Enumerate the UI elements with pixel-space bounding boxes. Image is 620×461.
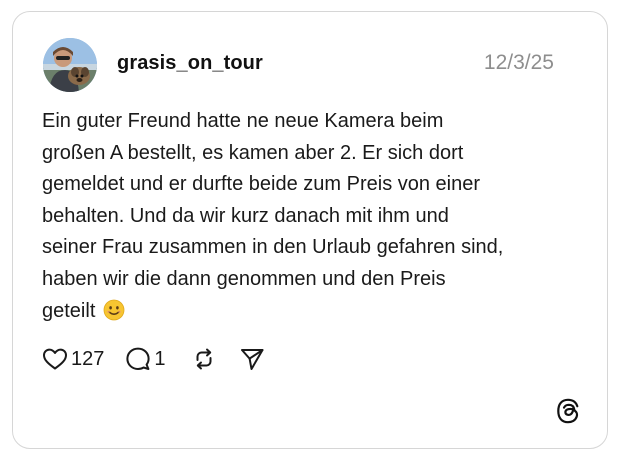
repost-icon [196, 348, 211, 370]
reply-button[interactable]: 1 [125, 346, 166, 372]
avatar-image [43, 38, 97, 92]
post-text-line: großen A bestellt, es kamen aber 2. Er s… [42, 141, 464, 164]
heart-icon [43, 348, 67, 370]
post-text-line: behalten. Und da wir kurz danach mit ihm… [42, 204, 449, 227]
username[interactable]: grasis_on_tour [117, 52, 263, 75]
post-text-line: haben wir die dann genommen und den Prei… [42, 267, 446, 290]
post-text-last-line: geteilt [42, 296, 582, 328]
avatar[interactable] [43, 38, 97, 92]
share-button[interactable] [239, 346, 265, 372]
like-count: 127 [71, 347, 105, 370]
post-card: grasis_on_tour 12/3/25 Ein guter Freund … [12, 11, 608, 449]
post-text-line: Ein guter Freund hatte ne neue Kamera be… [42, 110, 444, 132]
like-button[interactable]: 127 [42, 347, 104, 371]
reply-count: 1 [154, 347, 166, 370]
smiling-face-emoji [103, 299, 125, 320]
repost-button[interactable] [191, 346, 217, 372]
action-bar: 127 1 [42, 345, 265, 373]
post-date: 12/3/25 [483, 51, 554, 74]
post-text-line: geteilt [42, 299, 96, 322]
post-body: Ein guter Freund hatte ne neue Kamera be… [42, 106, 582, 327]
threads-logo-icon[interactable] [555, 398, 581, 424]
post-text-line: seiner Frau zusammen in den Urlaub gefah… [42, 236, 504, 259]
send-icon [240, 349, 263, 370]
comment-bubble-icon [126, 347, 150, 370]
post-text-line: gemeldet und er durfte beide zum Preis v… [42, 173, 481, 196]
